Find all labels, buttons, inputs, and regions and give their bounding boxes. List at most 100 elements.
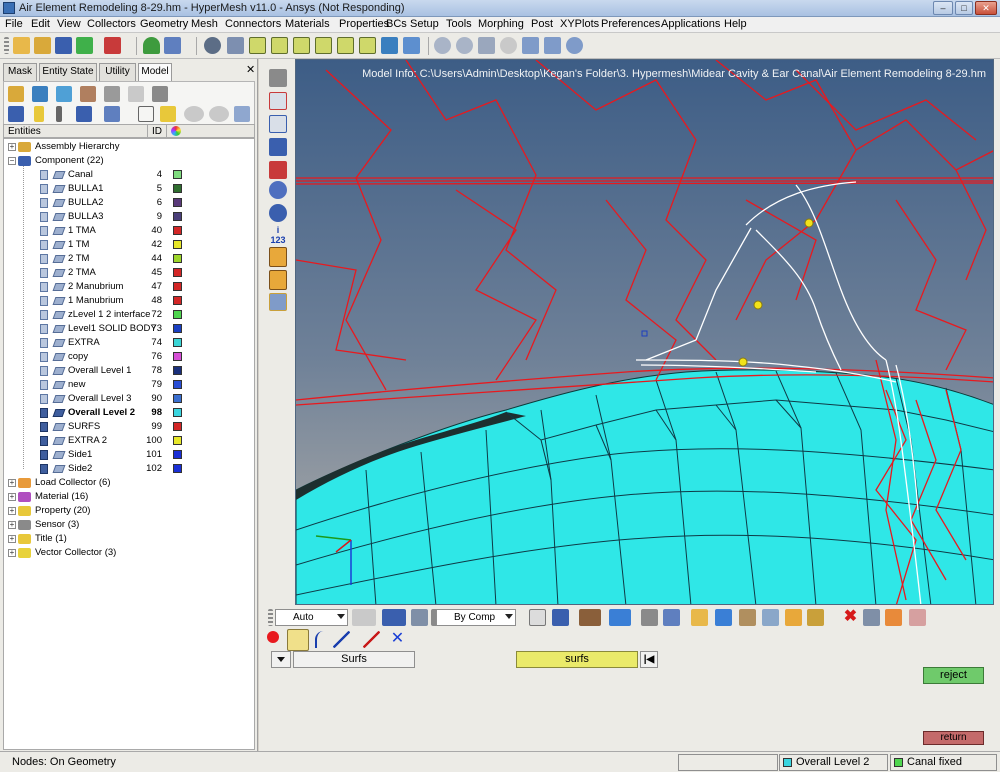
view-bottom-icon[interactable] bbox=[293, 37, 310, 54]
component-row[interactable]: BULLA3 9 bbox=[4, 210, 254, 224]
feature-edges-icon[interactable] bbox=[609, 609, 631, 626]
component-visibility-icon[interactable] bbox=[40, 464, 48, 474]
reverse-icon[interactable] bbox=[160, 106, 176, 122]
component-row[interactable]: Level1 SOLID BODY 73 bbox=[4, 322, 254, 336]
save-icon[interactable] bbox=[55, 37, 72, 54]
shaded-icon[interactable] bbox=[269, 115, 287, 133]
view-back-icon[interactable] bbox=[337, 37, 354, 54]
surface-select-icon[interactable] bbox=[287, 629, 309, 651]
eye-plus-icon[interactable] bbox=[184, 106, 204, 122]
component-visibility-icon[interactable] bbox=[40, 450, 48, 460]
menu-xyplots[interactable]: XYPlots bbox=[560, 18, 599, 30]
visualization-grip[interactable] bbox=[268, 609, 273, 626]
component-geometry-icon[interactable] bbox=[52, 381, 66, 389]
return-button[interactable]: return bbox=[923, 731, 984, 745]
component-row[interactable]: Overall Level 1 78 bbox=[4, 364, 254, 378]
rotate-icon[interactable] bbox=[544, 37, 561, 54]
component-visibility-icon[interactable] bbox=[40, 310, 48, 320]
entities-column-header[interactable]: Entities bbox=[8, 126, 41, 137]
menu-connectors[interactable]: Connectors bbox=[225, 18, 281, 30]
label-abc-2-icon[interactable] bbox=[269, 270, 287, 290]
current-component-field[interactable]: Overall Level 2 bbox=[779, 754, 888, 771]
component-geometry-icon[interactable] bbox=[52, 325, 66, 333]
element-shade-icon[interactable] bbox=[579, 609, 601, 626]
find-icon[interactable] bbox=[128, 86, 144, 102]
expand-icon[interactable]: + bbox=[8, 521, 16, 529]
menu-applications[interactable]: Applications bbox=[661, 18, 720, 30]
wireframe-icon[interactable] bbox=[269, 92, 287, 110]
tab-mask[interactable]: Mask bbox=[3, 63, 37, 81]
menu-post[interactable]: Post bbox=[531, 18, 553, 30]
info-icon[interactable]: i 123 bbox=[269, 225, 287, 245]
component-geometry-icon[interactable] bbox=[52, 367, 66, 375]
component-visibility-icon[interactable] bbox=[40, 436, 48, 446]
menu-mesh[interactable]: Mesh bbox=[191, 18, 218, 30]
component-geometry-icon[interactable] bbox=[52, 283, 66, 291]
component-geometry-icon[interactable] bbox=[52, 241, 66, 249]
component-color-swatch[interactable] bbox=[173, 296, 182, 305]
menu-geometry[interactable]: Geometry bbox=[140, 18, 188, 30]
component-geometry-icon[interactable] bbox=[52, 269, 66, 277]
expand-icon[interactable]: + bbox=[8, 479, 16, 487]
tree-node-collector-1[interactable]: + Material (16) bbox=[4, 490, 254, 504]
menu-materials[interactable]: Materials bbox=[285, 18, 330, 30]
minimize-button[interactable]: – bbox=[933, 1, 953, 15]
component-color-swatch[interactable] bbox=[173, 422, 182, 431]
component-geometry-icon[interactable] bbox=[52, 409, 66, 417]
component-color-swatch[interactable] bbox=[173, 170, 182, 179]
move-icon[interactable] bbox=[522, 37, 539, 54]
menu-bcs[interactable]: BCs bbox=[386, 18, 407, 30]
view-options-icon[interactable] bbox=[403, 37, 420, 54]
geometry-display-icon[interactable] bbox=[269, 161, 287, 179]
delete-entity-icon[interactable] bbox=[80, 86, 96, 102]
pointer-icon[interactable] bbox=[138, 106, 154, 122]
component-color-swatch[interactable] bbox=[173, 212, 182, 221]
component-visibility-icon[interactable] bbox=[40, 380, 48, 390]
zoom-window-icon[interactable] bbox=[434, 37, 451, 54]
expand-icon[interactable]: + bbox=[8, 549, 16, 557]
import-geometry-icon[interactable] bbox=[76, 37, 93, 54]
component-row[interactable]: Side2 102 bbox=[4, 462, 254, 476]
component-color-swatch[interactable] bbox=[173, 184, 182, 193]
component-color-swatch[interactable] bbox=[173, 464, 182, 473]
component-visibility-icon[interactable] bbox=[40, 226, 48, 236]
menu-tools[interactable]: Tools bbox=[446, 18, 472, 30]
component-row[interactable]: 2 Manubrium 47 bbox=[4, 280, 254, 294]
zoom-out-icon[interactable] bbox=[456, 37, 473, 54]
component-row[interactable]: SURFS 99 bbox=[4, 420, 254, 434]
pan-hand-icon[interactable] bbox=[500, 37, 517, 54]
node-point[interactable] bbox=[804, 218, 814, 228]
menu-morphing[interactable]: Morphing bbox=[478, 18, 524, 30]
fe-display-icon[interactable] bbox=[269, 181, 287, 199]
expand-icon[interactable]: + bbox=[8, 493, 16, 501]
menu-preferences[interactable]: Preferences bbox=[601, 18, 660, 30]
component-color-swatch[interactable] bbox=[173, 436, 182, 445]
surfs-button[interactable]: Surfs bbox=[293, 651, 415, 668]
component-color-swatch[interactable] bbox=[173, 282, 182, 291]
component-row[interactable]: 1 Manubrium 48 bbox=[4, 294, 254, 308]
open-file-icon[interactable] bbox=[13, 37, 30, 54]
monitor-icon[interactable] bbox=[663, 609, 680, 626]
component-color-swatch[interactable] bbox=[173, 254, 182, 263]
component-color-swatch[interactable] bbox=[173, 310, 182, 319]
eye-icon[interactable] bbox=[209, 106, 229, 122]
component-geometry-icon[interactable] bbox=[52, 451, 66, 459]
component-row[interactable]: 2 TMA 45 bbox=[4, 266, 254, 280]
spin-icon[interactable] bbox=[566, 37, 583, 54]
view-left-icon[interactable] bbox=[359, 37, 376, 54]
components-icon[interactable] bbox=[32, 86, 48, 102]
node-point[interactable] bbox=[738, 357, 748, 367]
node-point[interactable] bbox=[753, 300, 763, 310]
component-row[interactable]: BULLA2 6 bbox=[4, 196, 254, 210]
assemblies-icon[interactable] bbox=[56, 86, 72, 102]
zoom-icon[interactable] bbox=[204, 37, 221, 54]
lighting-icon[interactable] bbox=[352, 609, 376, 626]
surfs-collector[interactable]: surfs bbox=[516, 651, 638, 668]
menu-collectors[interactable]: Collectors bbox=[87, 18, 136, 30]
component-row[interactable]: Side1 101 bbox=[4, 448, 254, 462]
component-geometry-icon[interactable] bbox=[52, 465, 66, 473]
wire-cube-icon[interactable] bbox=[529, 609, 546, 626]
menu-help[interactable]: Help bbox=[724, 18, 747, 30]
view-mode-select[interactable]: Auto bbox=[275, 609, 348, 626]
tree-node-component[interactable]: − Component (22) bbox=[4, 154, 254, 168]
